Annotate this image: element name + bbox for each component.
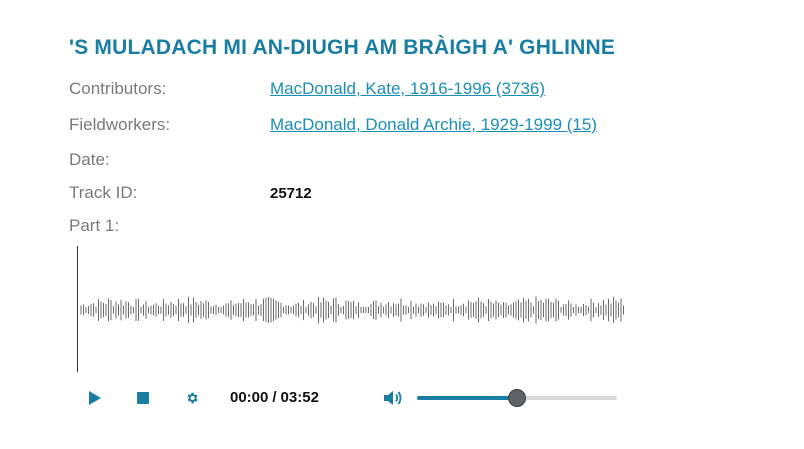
fieldworkers-row: Fieldworkers: MacDonald, Donald Archie, … [69,115,769,139]
waveform[interactable] [80,296,626,324]
playback-time: 00:00/03:52 [230,389,319,406]
volume-fill [417,396,517,400]
track-id-value: 25712 [270,185,312,202]
stop-icon [137,392,149,404]
playhead-cursor [77,246,78,372]
track-id-row: Track ID: 25712 [69,183,769,207]
settings-button[interactable] [180,386,204,410]
fieldworker-link[interactable]: MacDonald, Donald Archie, 1929-1999 (15) [270,115,597,135]
contributor-link[interactable]: MacDonald, Kate, 1916-1996 (3736) [270,79,545,99]
track-title: 'S MULADACH MI AN-DIUGH AM BRÀIGH A' GHL… [69,36,616,59]
date-label: Date: [69,150,110,169]
volume-slider-thumb[interactable] [508,389,526,407]
contributors-row: Contributors: MacDonald, Kate, 1916-1996… [69,79,769,103]
current-time: 00:00 [230,389,269,406]
part-row: Part 1: [69,216,769,240]
gear-icon [187,392,198,404]
time-separator: / [272,389,277,406]
contributors-label: Contributors: [69,79,167,98]
fieldworkers-label: Fieldworkers: [69,115,171,134]
duration: 03:52 [280,389,319,406]
track-id-label: Track ID: [69,183,138,202]
date-row: Date: [69,150,769,174]
mute-button[interactable] [381,386,405,410]
stop-button[interactable] [131,386,155,410]
part-label: Part 1: [69,216,120,235]
play-icon [89,391,101,405]
speaker-volume-icon [384,391,402,405]
play-button[interactable] [83,386,107,410]
